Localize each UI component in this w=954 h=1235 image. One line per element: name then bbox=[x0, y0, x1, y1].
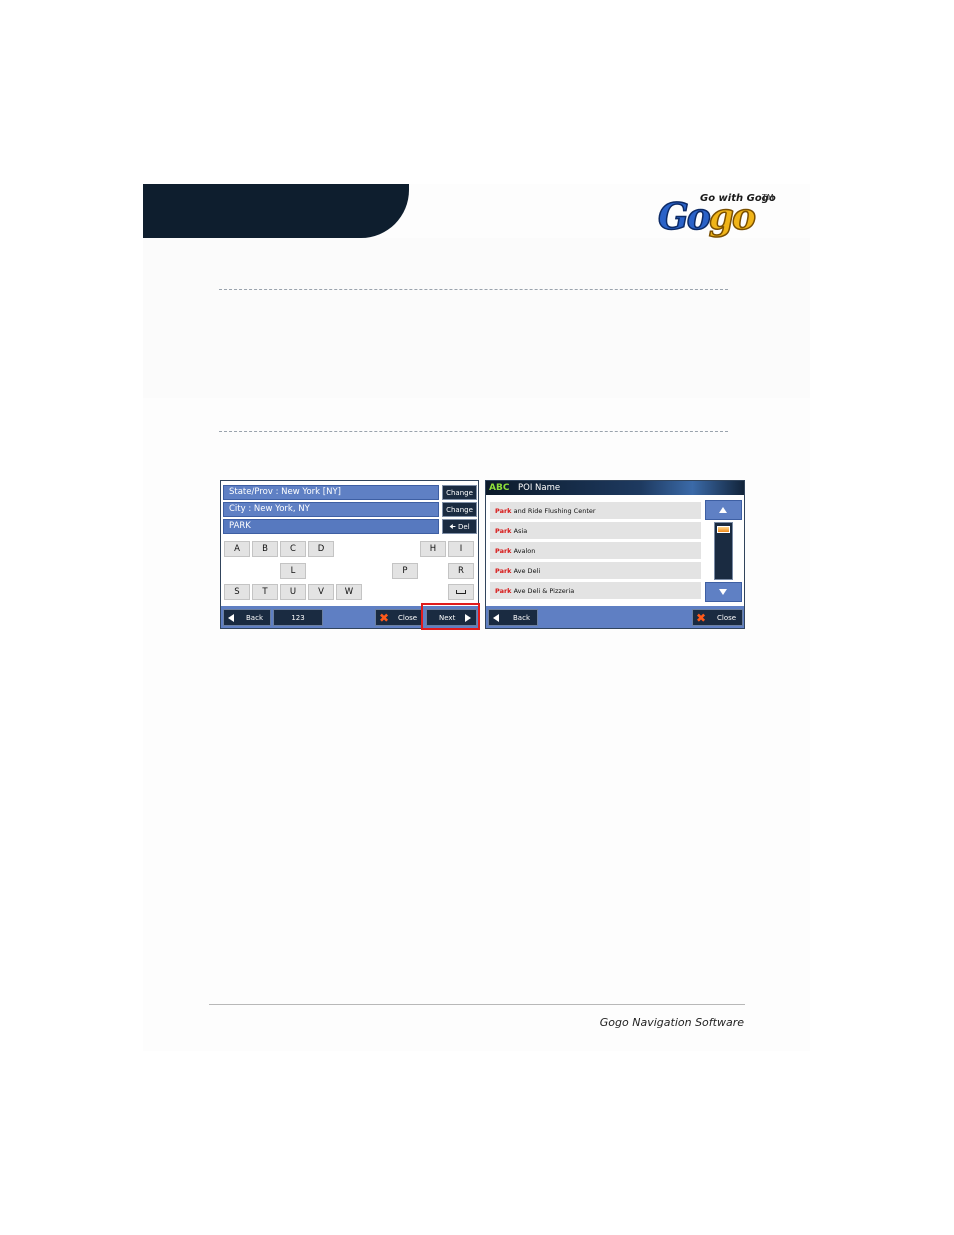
poi-list-bottom-bar: Back ✖ Close bbox=[486, 606, 744, 628]
dashed-divider-bottom bbox=[219, 431, 728, 432]
backspace-arrow-icon: 🠈 bbox=[449, 523, 456, 531]
city-field[interactable]: City : New York, NY bbox=[223, 502, 439, 517]
key-t[interactable]: T bbox=[252, 584, 278, 600]
close-button[interactable]: ✖ Close bbox=[692, 609, 743, 626]
list-item[interactable]: Park and Ride Flushing Center bbox=[490, 502, 701, 520]
key-r[interactable]: R bbox=[448, 563, 474, 579]
list-item[interactable]: Park Avalon bbox=[490, 542, 701, 560]
down-arrow-icon bbox=[719, 589, 727, 595]
key-v[interactable]: V bbox=[308, 584, 334, 600]
key-h[interactable]: H bbox=[420, 541, 446, 557]
key-space[interactable] bbox=[448, 584, 474, 600]
list-item[interactable]: Park Asia bbox=[490, 522, 701, 540]
back-arrow-icon bbox=[228, 614, 234, 622]
back-arrow-icon bbox=[493, 614, 499, 622]
key-a[interactable]: A bbox=[224, 541, 250, 557]
key-p[interactable]: P bbox=[392, 563, 418, 579]
scrollbar-thumb[interactable] bbox=[717, 526, 730, 533]
footer-rule bbox=[209, 1004, 745, 1005]
scroll-up-button[interactable] bbox=[705, 500, 742, 520]
search-input[interactable]: PARK bbox=[223, 519, 439, 534]
back-button[interactable]: Back bbox=[488, 609, 538, 626]
scroll-down-button[interactable] bbox=[705, 582, 742, 602]
gogo-logo: Go with Gogo TM Gogo bbox=[656, 190, 780, 239]
dashed-divider-top bbox=[219, 289, 728, 290]
intro-area bbox=[143, 238, 810, 398]
footer-text: Gogo Navigation Software bbox=[599, 1016, 744, 1029]
close-x-icon: ✖ bbox=[379, 611, 390, 625]
poi-list-screenshot: ABC POI Name Park and Ride Flushing Cent… bbox=[485, 480, 745, 629]
space-bar-icon bbox=[456, 590, 466, 594]
up-arrow-icon bbox=[719, 507, 727, 513]
delete-button[interactable]: 🠈 Del bbox=[442, 519, 477, 534]
key-u[interactable]: U bbox=[280, 584, 306, 600]
key-d[interactable]: D bbox=[308, 541, 334, 557]
change-state-button[interactable]: Change bbox=[442, 485, 477, 500]
scrollbar-track[interactable] bbox=[714, 522, 733, 580]
logo-trademark: TM bbox=[762, 193, 774, 202]
state-field[interactable]: State/Prov : New York [NY] bbox=[223, 485, 439, 500]
close-x-icon: ✖ bbox=[696, 611, 707, 625]
key-c[interactable]: C bbox=[280, 541, 306, 557]
key-w[interactable]: W bbox=[336, 584, 362, 600]
poi-list-header: ABC POI Name bbox=[486, 481, 744, 495]
next-button-highlight bbox=[421, 603, 480, 630]
key-b[interactable]: B bbox=[252, 541, 278, 557]
poi-list-title: POI Name bbox=[518, 483, 561, 493]
list-item[interactable]: Park Ave Deli & Pizzeria bbox=[490, 582, 701, 600]
key-i[interactable]: I bbox=[448, 541, 474, 557]
key-l[interactable]: L bbox=[280, 563, 306, 579]
abc-icon: ABC bbox=[489, 483, 510, 493]
chapter-header-tab bbox=[143, 184, 409, 238]
close-button[interactable]: ✖ Close bbox=[375, 609, 423, 626]
key-s[interactable]: S bbox=[224, 584, 250, 600]
change-city-button[interactable]: Change bbox=[442, 502, 477, 517]
logo-word: Gogo bbox=[657, 195, 756, 239]
back-button[interactable]: Back bbox=[223, 609, 271, 626]
numeric-keyboard-button[interactable]: 123 bbox=[273, 609, 323, 626]
list-item[interactable]: Park Ave Deli bbox=[490, 562, 701, 580]
